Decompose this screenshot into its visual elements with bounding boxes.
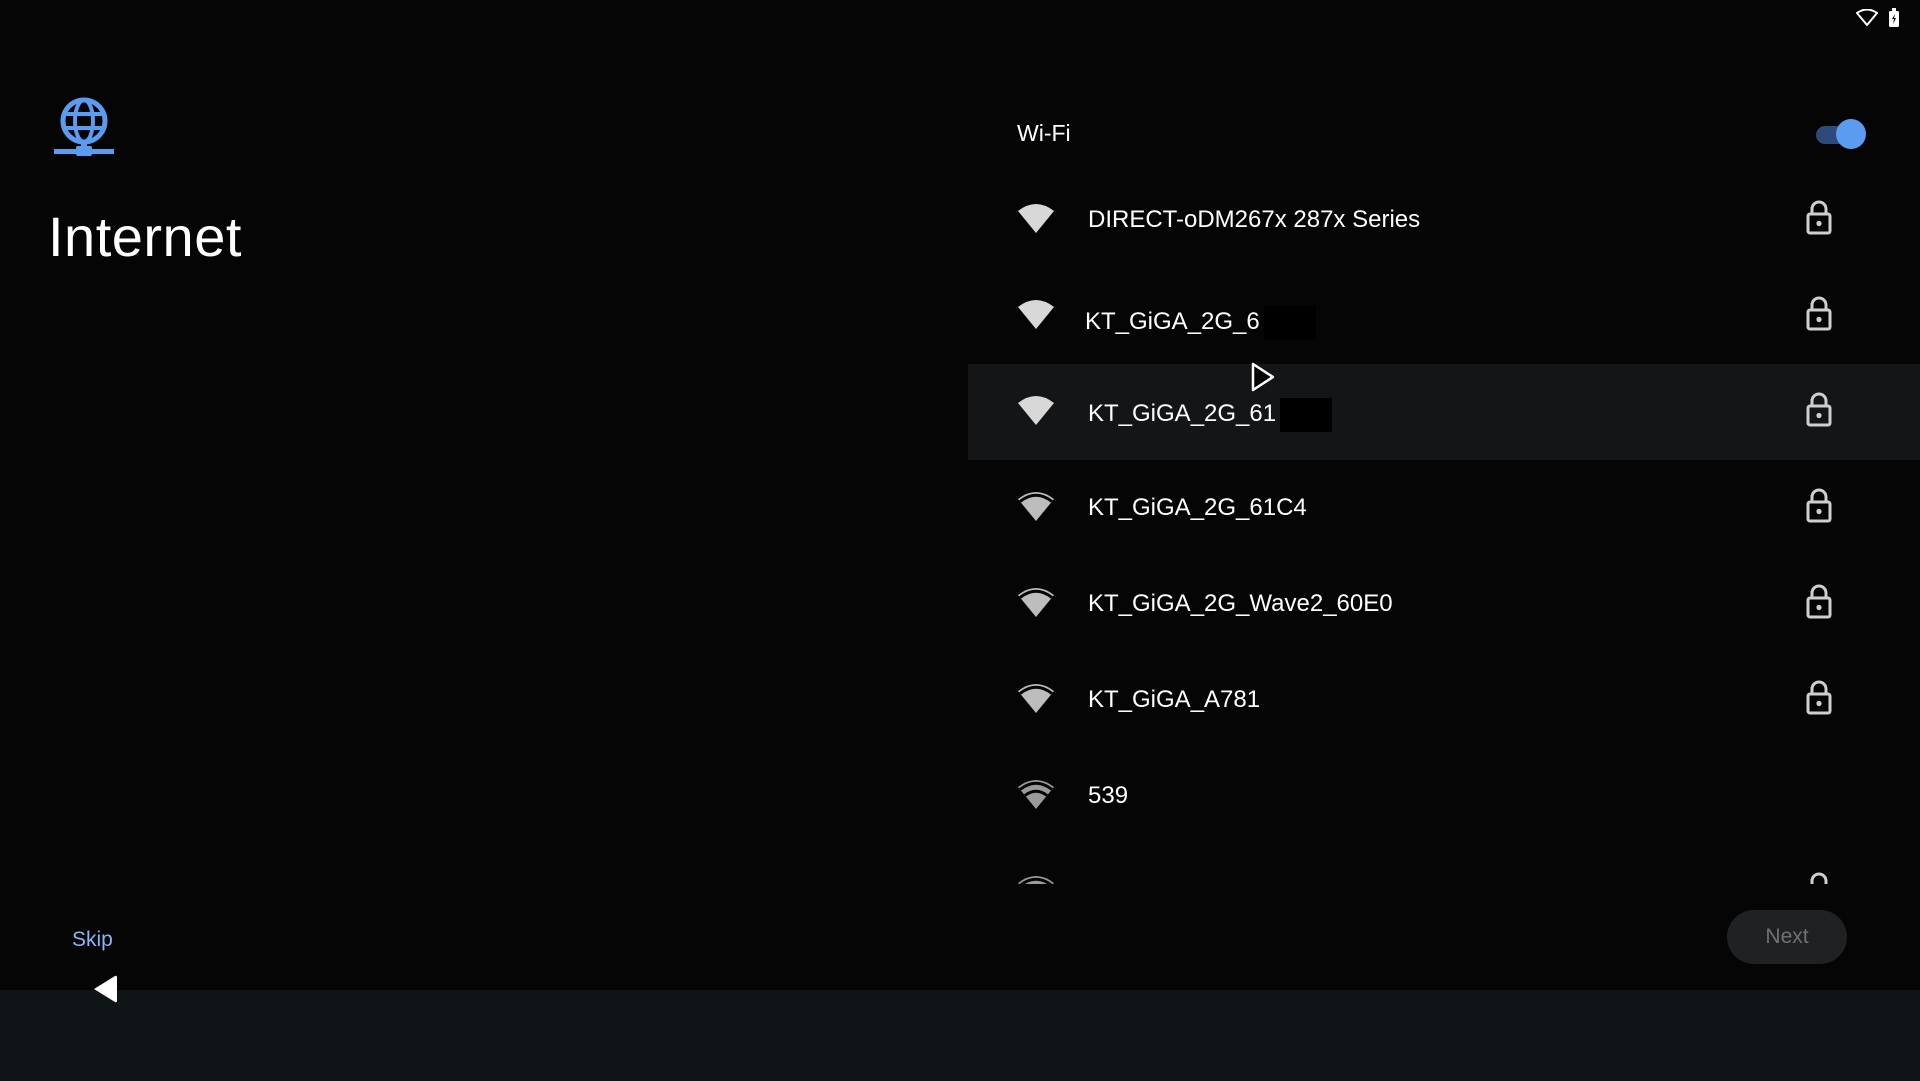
network-list[interactable]: DIRECT-oDM267x 287x Series KT_GiGA_2G_6 … <box>968 172 1920 884</box>
back-triangle-icon[interactable] <box>90 973 120 1005</box>
network-row-partial[interactable] <box>968 844 1920 884</box>
network-row[interactable]: KT_GiGA_2G_61C4 <box>968 460 1920 556</box>
lock-icon <box>1806 488 1832 523</box>
mouse-cursor-icon <box>1251 362 1275 392</box>
lock-icon <box>1810 872 1828 884</box>
network-ssid: KT_GiGA_2G_6 <box>1085 302 1316 342</box>
status-bar <box>1856 8 1900 28</box>
toggle-knob <box>1836 119 1866 149</box>
battery-icon <box>1889 8 1899 27</box>
lock-icon <box>1806 392 1832 427</box>
network-row[interactable]: KT_GiGA_2G_6 <box>968 268 1920 364</box>
wifi-icon <box>1856 9 1878 26</box>
next-button[interactable]: Next <box>1727 910 1847 964</box>
network-row[interactable]: DIRECT-oDM267x 287x Series <box>968 172 1920 268</box>
wifi-signal-medium-icon <box>1018 588 1054 617</box>
wifi-label: Wi-Fi <box>1017 120 1071 146</box>
network-ssid: KT_GiGA_2G_61 <box>1088 394 1333 434</box>
wifi-signal-low-icon <box>1018 876 1054 884</box>
wifi-signal-full-icon <box>1018 300 1054 329</box>
skip-button[interactable]: Skip <box>72 925 113 955</box>
network-ssid: KT_GiGA_A781 <box>1088 686 1261 713</box>
network-row[interactable]: KT_GiGA_2G_Wave2_60E0 <box>968 556 1920 652</box>
network-ssid: KT_GiGA_2G_Wave2_60E0 <box>1088 590 1393 617</box>
wifi-signal-full-icon <box>1018 204 1054 233</box>
lock-icon <box>1806 296 1832 331</box>
wifi-signal-medium-icon <box>1018 492 1054 521</box>
lock-icon <box>1806 200 1832 235</box>
network-ssid: KT_GiGA_2G_61C4 <box>1088 494 1307 521</box>
navigation-bar <box>0 990 1920 1081</box>
network-row[interactable]: 539 <box>968 748 1920 844</box>
network-ssid: DIRECT-oDM267x 287x Series <box>1088 206 1421 233</box>
wifi-toggle[interactable] <box>1816 118 1866 149</box>
wifi-signal-medium-icon <box>1018 684 1054 713</box>
network-row-focused[interactable]: KT_GiGA_2G_61 <box>968 364 1920 460</box>
page-title: Internet <box>48 205 242 268</box>
redaction-mask <box>1263 305 1316 340</box>
globe-network-icon <box>54 97 114 156</box>
wifi-signal-low-icon <box>1018 780 1054 809</box>
redaction-mask <box>1280 397 1333 432</box>
wifi-signal-full-icon <box>1018 396 1054 425</box>
network-row[interactable]: KT_GiGA_A781 <box>968 652 1920 748</box>
network-ssid: 539 <box>1088 782 1129 809</box>
lock-icon <box>1806 680 1832 715</box>
lock-icon <box>1806 584 1832 619</box>
